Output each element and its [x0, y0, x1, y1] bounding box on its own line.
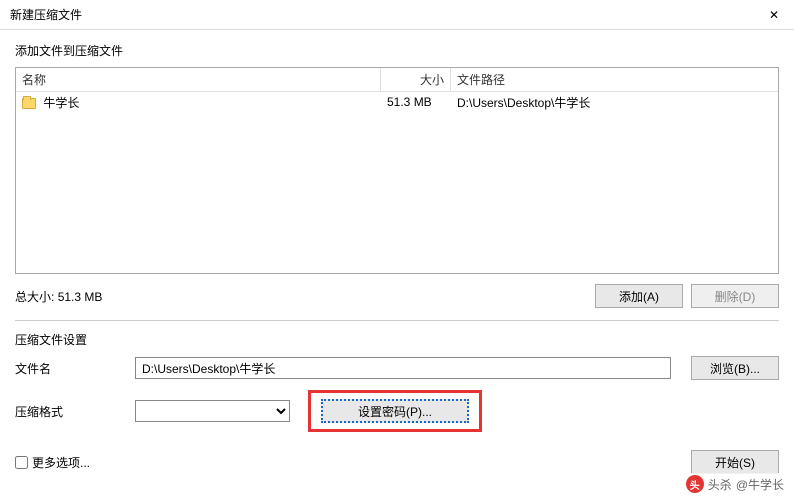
window-titlebar: 新建压缩文件 ✕: [0, 0, 794, 30]
row-name: 牛学长: [43, 96, 79, 110]
row-size: 51.3 MB: [381, 95, 451, 109]
row-path: D:\Users\Desktop\牛学长: [451, 94, 778, 111]
add-files-label: 添加文件到压缩文件: [15, 42, 779, 59]
close-icon: ✕: [769, 8, 779, 22]
folder-icon: [22, 98, 36, 109]
browse-button[interactable]: 浏览(B)...: [691, 356, 779, 380]
filename-label: 文件名: [15, 360, 135, 377]
more-options-label: 更多选项...: [32, 454, 90, 471]
table-row[interactable]: 牛学长 51.3 MB D:\Users\Desktop\牛学长: [16, 92, 778, 112]
table-body: 牛学长 51.3 MB D:\Users\Desktop\牛学长: [16, 92, 778, 273]
header-name[interactable]: 名称: [16, 68, 381, 91]
more-options[interactable]: 更多选项...: [15, 454, 90, 471]
divider: [15, 320, 779, 321]
filename-input[interactable]: [135, 357, 671, 379]
password-highlight: 设置密码(P)...: [308, 390, 482, 432]
close-button[interactable]: ✕: [754, 0, 794, 30]
settings-label: 压缩文件设置: [15, 331, 779, 348]
format-select[interactable]: [135, 400, 290, 422]
add-button[interactable]: 添加(A): [595, 284, 683, 308]
format-label: 压缩格式: [15, 403, 135, 420]
table-header: 名称 大小 文件路径: [16, 68, 778, 92]
more-options-checkbox[interactable]: [15, 456, 28, 469]
header-path[interactable]: 文件路径: [451, 68, 778, 91]
header-size[interactable]: 大小: [381, 68, 451, 91]
watermark: 头 头杀 @牛学长: [682, 473, 788, 495]
file-table: 名称 大小 文件路径 牛学长 51.3 MB D:\Users\Desktop\…: [15, 67, 779, 274]
window-title: 新建压缩文件: [10, 6, 82, 23]
delete-button: 删除(D): [691, 284, 779, 308]
total-size: 总大小: 51.3 MB: [15, 288, 102, 305]
start-button[interactable]: 开始(S): [691, 450, 779, 474]
watermark-logo-icon: 头: [686, 475, 704, 493]
set-password-button[interactable]: 设置密码(P)...: [321, 399, 469, 423]
